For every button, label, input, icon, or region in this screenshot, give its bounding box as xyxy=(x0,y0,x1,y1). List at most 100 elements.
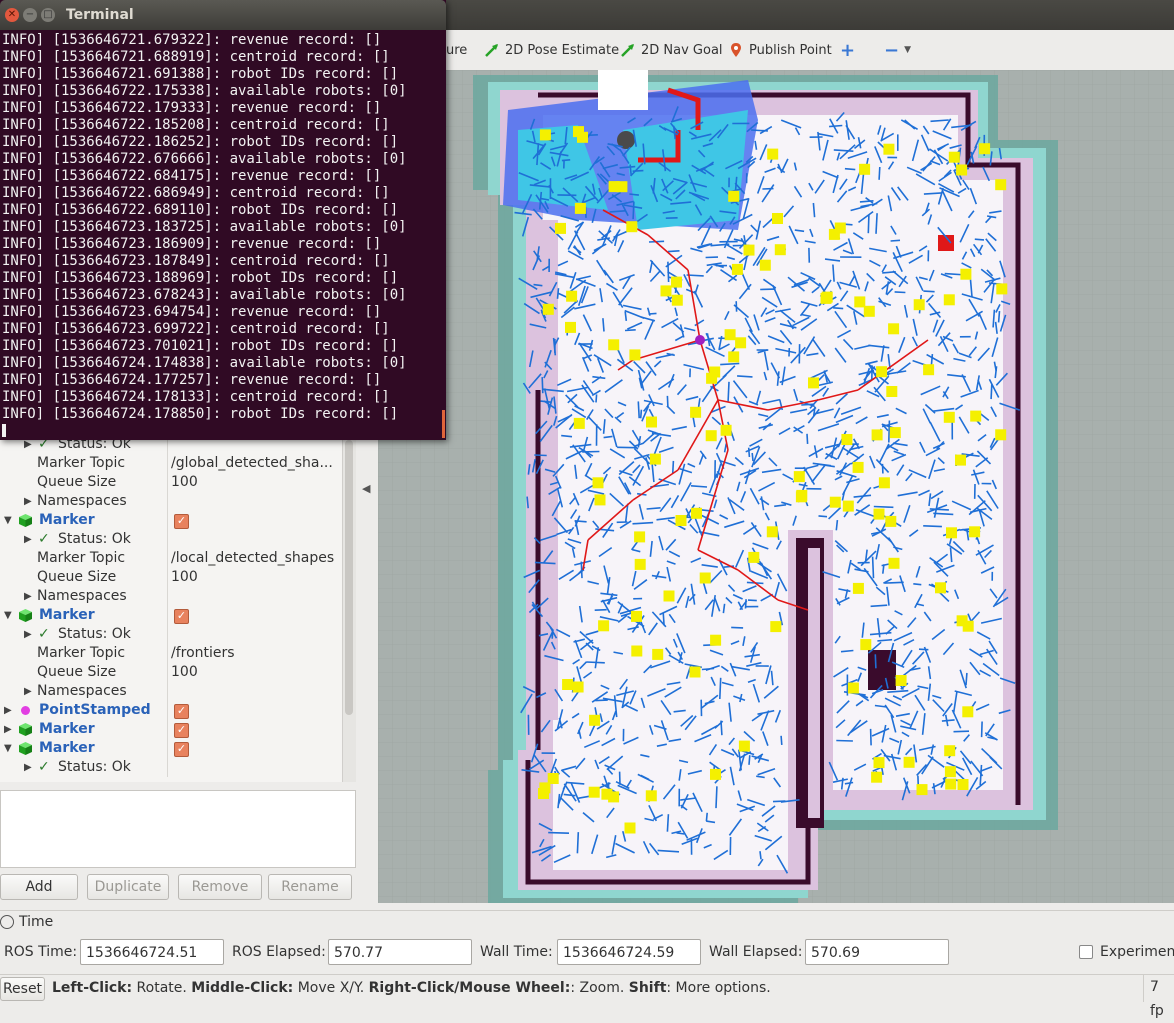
frontier-marker xyxy=(671,277,682,288)
display-item-pointstamped[interactable]: ▶ PointStamped ✓ xyxy=(0,701,342,720)
tree-row[interactable]: Marker Topic /global_detected_sha... xyxy=(0,454,342,473)
expand-arrow-icon[interactable]: ▶ xyxy=(4,720,12,739)
terminal-line: INFO] [1536646722.185208]: centroid reco… xyxy=(2,117,442,134)
terminal-window[interactable]: ✕ − □ Terminal INFO] [1536646721.679322]… xyxy=(0,0,446,440)
nav-goal-label: 2D Nav Goal xyxy=(641,43,723,58)
marker-cube-icon xyxy=(19,609,32,622)
display-name: Marker xyxy=(39,739,95,758)
tree-row[interactable]: ▶ ✓ Status: Ok xyxy=(0,758,342,777)
tree-row[interactable]: Queue Size 100 xyxy=(0,663,342,682)
property-value[interactable]: /global_detected_sha... xyxy=(171,454,333,473)
remove-button[interactable]: Remove xyxy=(178,874,262,900)
collapse-arrow-icon[interactable]: ◀ xyxy=(362,482,370,495)
add-tool-button[interactable]: + xyxy=(840,40,855,60)
hint-left-click: Left-Click: xyxy=(52,980,132,996)
maximize-icon[interactable]: □ xyxy=(41,8,55,22)
terminal-output[interactable]: INFO] [1536646721.679322]: revenue recor… xyxy=(2,32,442,423)
wall-time-label: Wall Time: xyxy=(480,944,553,960)
close-icon[interactable]: ✕ xyxy=(5,8,19,22)
tree-row[interactable]: Queue Size 100 xyxy=(0,473,342,492)
experimental-checkbox[interactable] xyxy=(1079,945,1093,959)
display-item-marker[interactable]: ▶ Marker ✓ xyxy=(0,720,342,739)
tree-row[interactable]: Queue Size 100 xyxy=(0,568,342,587)
wall-elapsed-field[interactable]: 570.69 xyxy=(805,939,949,965)
tree-row[interactable]: ▶ ✓ Status: Ok xyxy=(0,530,342,549)
frontier-marker xyxy=(794,471,805,482)
rename-button[interactable]: Rename xyxy=(268,874,352,900)
property-key: Marker Topic xyxy=(37,644,125,663)
occupancy-map[interactable] xyxy=(378,70,1174,903)
wall-time-field[interactable]: 1536646724.59 xyxy=(557,939,701,965)
tree-row[interactable]: ▶ Namespaces xyxy=(0,492,342,511)
rviz-3d-view[interactable] xyxy=(378,70,1174,903)
expand-arrow-icon[interactable]: ▶ xyxy=(24,682,32,701)
duplicate-button[interactable]: Duplicate xyxy=(87,874,169,900)
minimize-icon[interactable]: − xyxy=(23,8,37,22)
frontier-marker xyxy=(770,621,781,632)
panel-splitter[interactable]: ◀ xyxy=(355,430,378,903)
property-value[interactable]: 100 xyxy=(171,568,198,587)
collapse-arrow-icon[interactable]: ▼ xyxy=(4,606,12,625)
reset-button[interactable]: Reset xyxy=(0,977,45,1001)
measure-tool[interactable]: ure xyxy=(446,40,467,60)
property-value[interactable]: 100 xyxy=(171,663,198,682)
frontier-marker xyxy=(690,407,701,418)
add-button[interactable]: Add xyxy=(0,874,78,900)
terminal-line: INFO] [1536646723.699722]: centroid reco… xyxy=(2,321,442,338)
collapse-arrow-icon[interactable]: ▼ xyxy=(4,739,12,758)
enabled-checkbox[interactable]: ✓ xyxy=(174,514,189,529)
frontier-marker xyxy=(539,782,550,793)
frontier-marker xyxy=(608,791,619,802)
scrollbar-thumb[interactable] xyxy=(345,440,353,715)
tree-row[interactable]: ▶ ✓ Status: Ok xyxy=(0,625,342,644)
frontier-marker xyxy=(589,787,600,798)
expand-arrow-icon[interactable]: ▶ xyxy=(24,492,32,511)
frontier-marker xyxy=(555,223,566,234)
pose-estimate-tool[interactable]: 2D Pose Estimate xyxy=(484,40,619,60)
ros-elapsed-field[interactable]: 570.77 xyxy=(328,939,472,965)
tree-row[interactable]: ▶ Namespaces xyxy=(0,682,342,701)
property-value[interactable]: /local_detected_shapes xyxy=(171,549,334,568)
property-value[interactable]: /frontiers xyxy=(171,644,235,663)
expand-arrow-icon[interactable]: ▶ xyxy=(24,758,32,777)
display-item-marker[interactable]: ▼ Marker ✓ xyxy=(0,739,342,758)
frontier-marker xyxy=(772,213,783,224)
collapse-arrow-icon[interactable]: ▼ xyxy=(4,511,12,530)
ros-time-field[interactable]: 1536646724.51 xyxy=(80,939,224,965)
remove-tool-button[interactable]: −▼ xyxy=(884,40,911,60)
display-item-marker[interactable]: ▼ Marker ✓ xyxy=(0,511,342,530)
enabled-checkbox[interactable]: ✓ xyxy=(174,704,189,719)
expand-arrow-icon[interactable]: ▶ xyxy=(4,701,12,720)
tree-row[interactable]: Marker Topic /frontiers xyxy=(0,644,342,663)
expand-arrow-icon[interactable]: ▶ xyxy=(24,530,32,549)
enabled-checkbox[interactable]: ✓ xyxy=(174,609,189,624)
terminal-titlebar[interactable]: ✕ − □ Terminal xyxy=(0,0,446,30)
frontier-marker xyxy=(879,477,890,488)
frontier-marker xyxy=(890,427,901,438)
frontier-marker xyxy=(896,675,907,686)
frontier-marker xyxy=(860,639,871,650)
property-value[interactable]: 100 xyxy=(171,473,198,492)
minus-icon: − xyxy=(884,40,899,61)
tree-row[interactable]: Marker Topic /local_detected_shapes xyxy=(0,549,342,568)
nav-goal-tool[interactable]: 2D Nav Goal xyxy=(620,40,723,60)
frontier-marker xyxy=(995,179,1006,190)
frontier-marker xyxy=(885,516,896,527)
time-panel: ROS Time: 1536646724.51 ROS Elapsed: 570… xyxy=(0,934,1174,972)
frontier-marker xyxy=(958,779,969,790)
frontier-marker xyxy=(728,351,739,362)
tree-row[interactable]: ▶ Namespaces xyxy=(0,587,342,606)
hint-middle-click: Middle-Click: xyxy=(191,980,293,996)
displays-scrollbar[interactable] xyxy=(342,430,356,782)
enabled-checkbox[interactable]: ✓ xyxy=(174,742,189,757)
expand-arrow-icon[interactable]: ▶ xyxy=(24,625,32,644)
ros-elapsed-label: ROS Elapsed: xyxy=(232,944,326,960)
expand-arrow-icon[interactable]: ▶ xyxy=(24,587,32,606)
frontier-marker xyxy=(874,509,885,520)
publish-point-tool[interactable]: Publish Point xyxy=(728,40,832,60)
enabled-checkbox[interactable]: ✓ xyxy=(174,723,189,738)
frontier-marker xyxy=(996,283,1007,294)
display-item-marker[interactable]: ▼ Marker ✓ xyxy=(0,606,342,625)
point-icon xyxy=(21,706,30,715)
frontier-marker xyxy=(565,322,576,333)
